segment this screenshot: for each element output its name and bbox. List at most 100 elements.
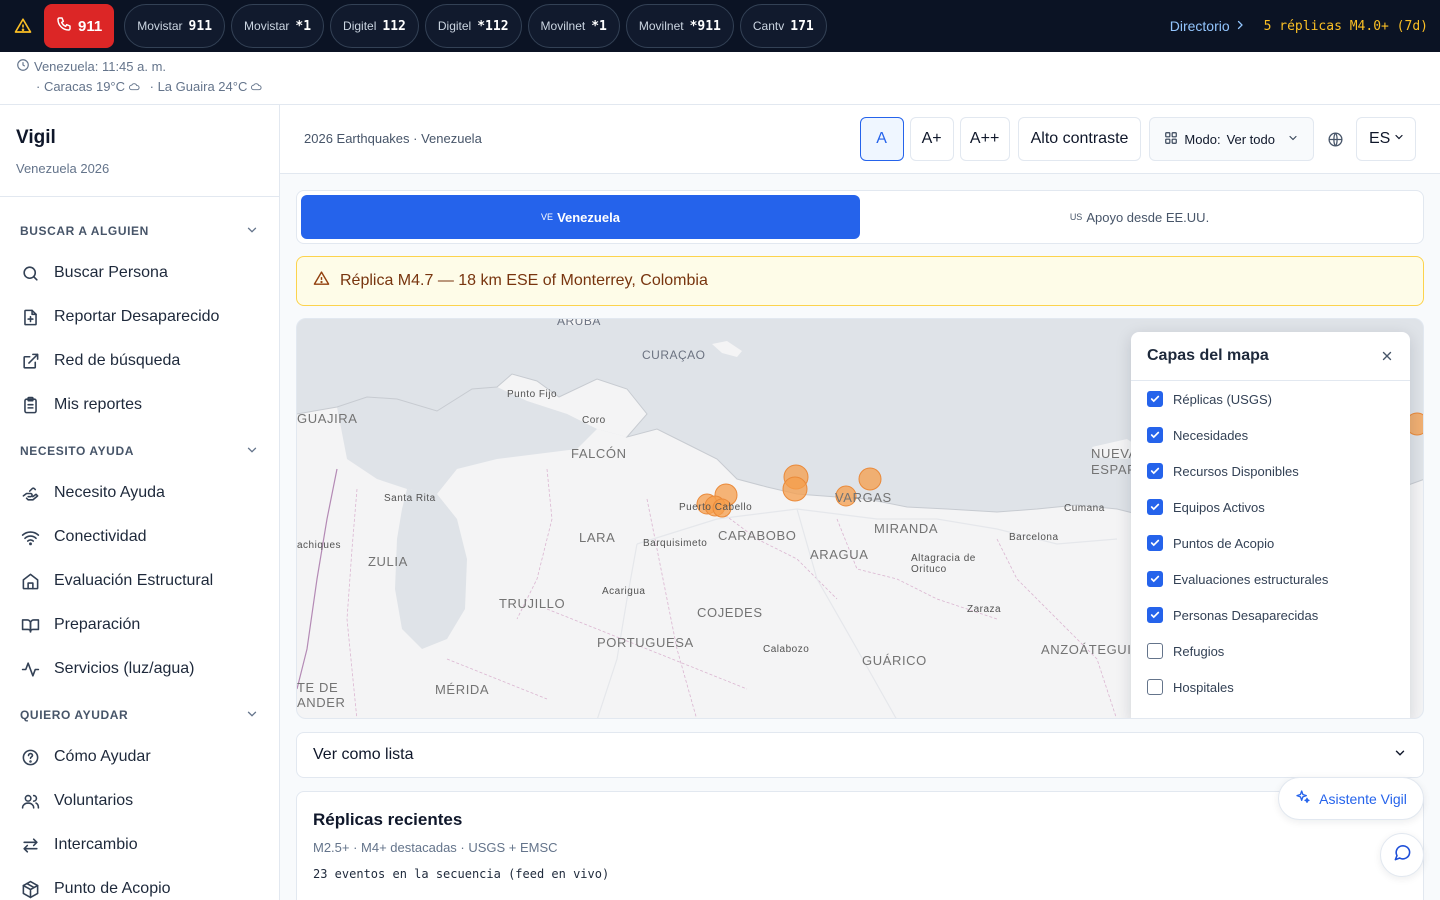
language-select[interactable]: ES	[1356, 117, 1416, 161]
view-as-list-label: Ver como lista	[313, 746, 414, 763]
house-icon	[20, 571, 40, 591]
weather-la-guaira-text: · La Guaira 24°C	[149, 79, 248, 94]
layer-recursos[interactable]: Recursos Disponibles	[1131, 453, 1410, 489]
tab-venezuela[interactable]: VE Venezuela	[301, 195, 860, 239]
mode-select[interactable]: Modo: Ver todo	[1149, 117, 1314, 161]
nav-conectividad[interactable]: Conectividad	[0, 515, 279, 559]
map-label-miranda: MIRANDA	[874, 521, 939, 536]
checkbox-checked[interactable]	[1147, 499, 1163, 515]
chevron-down-icon	[245, 707, 259, 724]
nav-label: Conectividad	[54, 528, 147, 545]
nav-intercambio[interactable]: Intercambio	[0, 823, 279, 867]
chevron-down-icon	[1393, 746, 1407, 765]
replicas-counter[interactable]: 5 réplicas M4.0+ (7d)	[1264, 19, 1428, 34]
warning-icon	[313, 270, 330, 292]
checkbox-checked[interactable]	[1147, 463, 1163, 479]
nav-necesito-ayuda[interactable]: Necesito Ayuda	[0, 471, 279, 515]
nav-label: Necesito Ayuda	[54, 484, 165, 501]
carrier-number: *1	[295, 18, 312, 34]
chat-button[interactable]	[1380, 833, 1424, 877]
checkbox-unchecked[interactable]	[1147, 643, 1163, 659]
package-icon	[20, 879, 40, 899]
nav-voluntarios[interactable]: Voluntarios	[0, 779, 279, 823]
hand-helping-icon	[20, 483, 40, 503]
section-quiero[interactable]: QUIERO AYUDAR	[0, 695, 279, 735]
carrier-movilnet-911[interactable]: Movilnet *911	[625, 4, 734, 48]
layer-evaluaciones[interactable]: Evaluaciones estructurales	[1131, 561, 1410, 597]
map-label-merida: MÉRIDA	[435, 682, 490, 697]
nav-preparacion[interactable]: Preparación	[0, 603, 279, 647]
layer-refugios[interactable]: Refugios	[1131, 633, 1410, 669]
recent-aftershocks-card: Réplicas recientes M2.5+ · M4+ destacada…	[296, 791, 1424, 900]
map-label-aragua: ARAGUA	[810, 547, 869, 562]
assistant-button[interactable]: Asistente Vigil	[1278, 777, 1424, 820]
call-911-button[interactable]: 911	[44, 4, 115, 48]
font-size-a-plus-button[interactable]: A+	[909, 117, 954, 161]
layer-label: Hospitales	[1173, 679, 1234, 695]
map-label-curacao: CURAÇAO	[642, 348, 706, 362]
tab-apoyo-eeuu[interactable]: US Apoyo desde EE.UU.	[860, 195, 1419, 239]
info-strip: Venezuela: 11:45 a. m. · Caracas 19°C · …	[0, 52, 1440, 105]
view-as-list-toggle[interactable]: Ver como lista	[296, 732, 1424, 778]
layer-equipos[interactable]: Equipos Activos	[1131, 489, 1410, 525]
nav-mis-reportes[interactable]: Mis reportes	[0, 383, 279, 427]
carrier-movilnet-1[interactable]: Movilnet *1	[527, 4, 620, 48]
map-city-zaraza: Zaraza	[967, 604, 1002, 615]
layer-necesidades[interactable]: Necesidades	[1131, 417, 1410, 453]
nav-punto-acopio[interactable]: Punto de Acopio	[0, 867, 279, 900]
nav-como-ayudar[interactable]: Cómo Ayudar	[0, 735, 279, 779]
checkbox-checked[interactable]	[1147, 391, 1163, 407]
checkbox-checked[interactable]	[1147, 607, 1163, 623]
map-label-guarico: GUÁRICO	[862, 653, 927, 668]
carrier-number: *112	[477, 18, 509, 34]
clipboard-icon	[20, 395, 40, 415]
layer-replicas[interactable]: Réplicas (USGS)	[1131, 381, 1410, 417]
font-size-a-button[interactable]: A	[859, 117, 904, 161]
brand: Vigil Venezuela 2026	[0, 105, 279, 197]
mode-label: Modo:	[1184, 131, 1221, 147]
clock-icon	[16, 58, 30, 75]
weather-caracas: · Caracas 19°C	[36, 79, 140, 94]
section-necesito[interactable]: NECESITO AYUDA	[0, 431, 279, 471]
carrier-name: Movistar	[244, 19, 290, 33]
nav-servicios[interactable]: Servicios (luz/agua)	[0, 647, 279, 691]
nav-reportar-desaparecido[interactable]: Reportar Desaparecido	[0, 295, 279, 339]
country-tabs: VE Venezuela US Apoyo desde EE.UU.	[296, 190, 1424, 244]
nav-evaluacion-estructural[interactable]: Evaluación Estructural	[0, 559, 279, 603]
carrier-digitel-star112[interactable]: Digitel *112	[424, 4, 522, 48]
carrier-digitel-112[interactable]: Digitel 112	[330, 4, 419, 48]
map[interactable]: ARUBA CURAÇAO GUAJIRA FALCÓN LARA CARABO…	[296, 318, 1424, 719]
app-title[interactable]: Vigil	[16, 127, 263, 149]
aftershock-marker[interactable]	[858, 467, 882, 491]
carrier-movistar-1[interactable]: Movistar *1	[231, 4, 325, 48]
section-buscar[interactable]: BUSCAR A ALGUIEN	[0, 211, 279, 251]
nav-red-busqueda[interactable]: Red de búsqueda	[0, 339, 279, 383]
aftershock-alert[interactable]: Réplica M4.7 — 18 km ESE of Monterrey, C…	[296, 256, 1424, 306]
checkbox-checked[interactable]	[1147, 571, 1163, 587]
directorio-link[interactable]: Directorio	[1170, 18, 1246, 34]
aftershock-marker[interactable]	[782, 476, 808, 502]
layer-desaparecidas[interactable]: Personas Desaparecidas	[1131, 597, 1410, 633]
carrier-movistar-911[interactable]: Movistar 911	[124, 4, 226, 48]
chevron-down-icon	[1287, 132, 1299, 147]
recent-aftershocks-feed: 23 eventos en la secuencia (feed en vivo…	[313, 867, 610, 881]
carrier-number: 112	[382, 18, 406, 34]
layer-hospitales[interactable]: Hospitales	[1131, 669, 1410, 705]
nav-label: Preparación	[54, 616, 141, 633]
nav-buscar-persona[interactable]: Buscar Persona	[0, 251, 279, 295]
assistant-label: Asistente Vigil	[1319, 790, 1407, 807]
close-icon[interactable]	[1380, 349, 1394, 363]
cloud-icon	[128, 79, 140, 94]
carrier-name: Movistar	[137, 19, 183, 33]
high-contrast-button[interactable]: Alto contraste	[1017, 117, 1142, 161]
checkbox-unchecked[interactable]	[1147, 679, 1163, 695]
main-content: 2026 Earthquakes · Venezuela A A+ A++ Al…	[280, 105, 1440, 900]
carrier-cantv-171[interactable]: Cantv 171	[739, 4, 827, 48]
tab-label: Venezuela	[557, 209, 620, 225]
font-size-a-plus-plus-button[interactable]: A++	[959, 117, 1010, 161]
checkbox-checked[interactable]	[1147, 427, 1163, 443]
checkbox-checked[interactable]	[1147, 535, 1163, 551]
carrier-name: Movilnet	[540, 19, 586, 33]
nav-label: Cómo Ayudar	[54, 748, 151, 765]
layer-acopio[interactable]: Puntos de Acopio	[1131, 525, 1410, 561]
